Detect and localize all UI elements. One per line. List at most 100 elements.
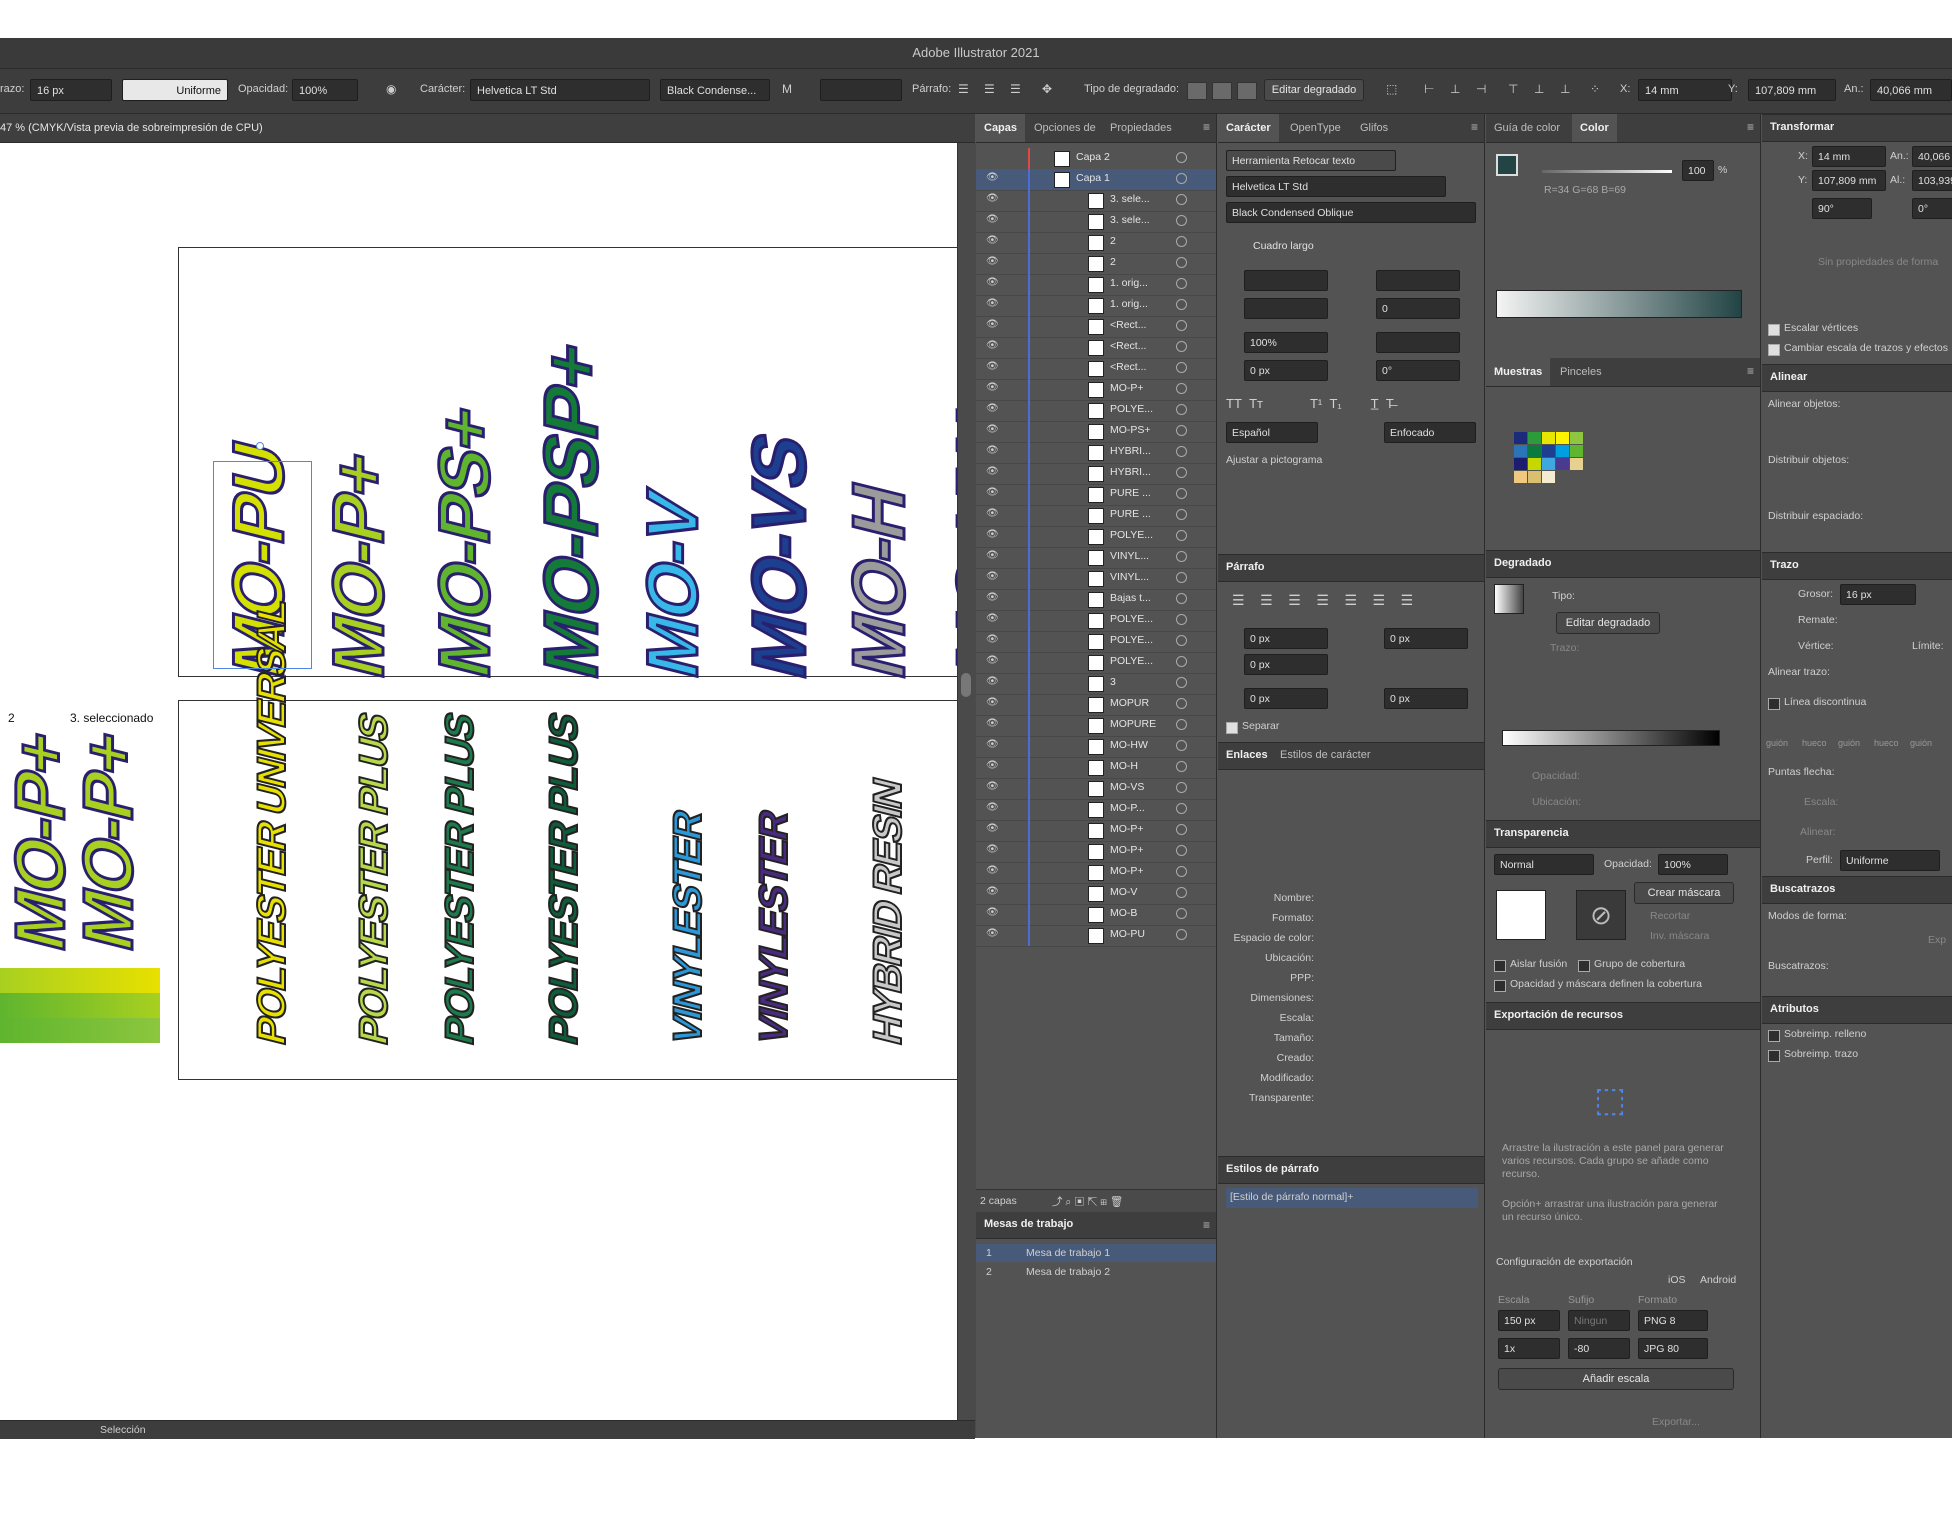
rotate-handle[interactable] xyxy=(256,442,264,450)
artboard-2-label-5[interactable]: VINYLESTER xyxy=(751,806,797,1050)
target-circle-icon[interactable] xyxy=(1176,257,1187,268)
char-size-mode[interactable]: Cuadro largo xyxy=(1248,236,1448,257)
target-circle-icon[interactable] xyxy=(1176,908,1187,919)
transform-y-field[interactable]: 107,809 mm xyxy=(1812,170,1886,191)
panel-menu-icon[interactable]: ≡ xyxy=(1203,120,1210,134)
tab-opentype[interactable]: OpenType xyxy=(1282,114,1349,142)
target-circle-icon[interactable] xyxy=(1176,467,1187,478)
visibility-eye-icon[interactable]: 👁 xyxy=(986,319,999,330)
target-circle-icon[interactable] xyxy=(1176,152,1187,163)
layer-row[interactable]: 👁 MO-H xyxy=(976,757,1216,779)
color-swatch[interactable] xyxy=(1556,432,1569,444)
target-circle-icon[interactable] xyxy=(1176,194,1187,205)
layer-name[interactable]: MO-P+ xyxy=(1110,865,1144,877)
visibility-eye-icon[interactable]: 👁 xyxy=(986,508,999,519)
layer-name[interactable]: POLYE... xyxy=(1110,634,1153,646)
font-size-field[interactable] xyxy=(1244,270,1328,291)
visibility-eye-icon[interactable]: 👁 xyxy=(986,277,999,288)
tab-properties[interactable]: Propiedades xyxy=(1102,114,1180,142)
layer-name[interactable]: MOPURE xyxy=(1110,718,1156,730)
layer-row[interactable]: 👁 1. orig... xyxy=(976,274,1216,296)
scale-corners-checkbox[interactable] xyxy=(1768,324,1780,336)
overprint-stroke-checkbox[interactable] xyxy=(1768,1050,1780,1062)
visibility-eye-icon[interactable]: 👁 xyxy=(986,844,999,855)
visibility-eye-icon[interactable]: 👁 xyxy=(986,529,999,540)
tab-links[interactable]: Enlaces xyxy=(1226,749,1268,761)
layer-name[interactable]: MO-H xyxy=(1110,760,1138,772)
scroll-thumb[interactable] xyxy=(961,673,971,697)
object-thumbnail[interactable] xyxy=(1496,890,1546,940)
target-circle-icon[interactable] xyxy=(1176,383,1187,394)
layer-row[interactable]: 👁 3. sele... xyxy=(976,211,1216,233)
color-swatch[interactable] xyxy=(1542,432,1555,444)
layer-row[interactable]: 👁 MOPUR xyxy=(976,694,1216,716)
visibility-eye-icon[interactable]: 👁 xyxy=(986,256,999,267)
target-circle-icon[interactable] xyxy=(1176,614,1187,625)
left-indent-field[interactable]: 0 px xyxy=(1244,628,1328,649)
layer-row[interactable]: 👁 POLYE... xyxy=(976,631,1216,653)
color-swatch[interactable] xyxy=(1528,458,1541,470)
layer-name[interactable]: MO-P+ xyxy=(1110,823,1144,835)
blend-mode-select[interactable]: Normal xyxy=(1494,854,1594,875)
layer-name[interactable]: HYBRI... xyxy=(1110,445,1151,457)
visibility-eye-icon[interactable]: 👁 xyxy=(986,466,999,477)
layer-row[interactable]: 👁 MOPURE xyxy=(976,715,1216,737)
transform-w-field[interactable]: 40,066 m xyxy=(1912,146,1952,167)
layer-name[interactable]: 3. sele... xyxy=(1110,214,1150,226)
target-circle-icon[interactable] xyxy=(1176,845,1187,856)
layer-name[interactable]: MO-P+ xyxy=(1110,382,1144,394)
no-mask-icon[interactable]: ⊘ xyxy=(1576,890,1626,940)
color-swatch[interactable] xyxy=(1542,471,1555,483)
align-v-center-icon[interactable]: ⊥ xyxy=(1534,82,1544,96)
color-swatch[interactable] xyxy=(1556,445,1569,457)
layer-row[interactable]: 👁 PURE ... xyxy=(976,484,1216,506)
transform-h-field[interactable]: 103,939 xyxy=(1912,170,1952,191)
radial-gradient-button[interactable] xyxy=(1212,82,1232,100)
layer-name[interactable]: HYBRI... xyxy=(1110,466,1151,478)
opacity-field[interactable]: 100% xyxy=(292,79,358,101)
layer-row[interactable]: 👁 3. sele... xyxy=(976,190,1216,212)
add-scale-button[interactable]: Añadir escala xyxy=(1498,1368,1734,1390)
target-circle-icon[interactable] xyxy=(1176,593,1187,604)
left-label-1[interactable]: MO-P+ xyxy=(68,723,149,959)
target-circle-icon[interactable] xyxy=(1176,299,1187,310)
baseline-shift-field[interactable]: 0 px xyxy=(1244,360,1328,381)
layer-row[interactable]: 👁 VINYL... xyxy=(976,547,1216,569)
layer-row[interactable]: 👁 POLYE... xyxy=(976,400,1216,422)
target-circle-icon[interactable] xyxy=(1176,446,1187,457)
visibility-eye-icon[interactable]: 👁 xyxy=(986,445,999,456)
target-circle-icon[interactable] xyxy=(1176,803,1187,814)
target-circle-icon[interactable] xyxy=(1176,404,1187,415)
stroke-profile-select[interactable]: Uniforme xyxy=(122,79,228,101)
isolate-blending-checkbox[interactable] xyxy=(1494,960,1506,972)
layer-name[interactable]: 1. orig... xyxy=(1110,277,1148,289)
layer-row[interactable]: 👁 MO-P... xyxy=(976,799,1216,821)
visibility-eye-icon[interactable]: 👁 xyxy=(986,823,999,834)
layer-row[interactable]: 👁 MO-P+ xyxy=(976,379,1216,401)
target-circle-icon[interactable] xyxy=(1176,362,1187,373)
tab-color[interactable]: Color xyxy=(1572,114,1617,142)
target-circle-icon[interactable] xyxy=(1176,824,1187,835)
char-rotation-field[interactable]: 0° xyxy=(1376,360,1460,381)
canvas[interactable]: MO-PU MO-P+ MO-PS+ MO-PSP+ MO-V MO-VS MO-H MO-H… xyxy=(0,143,957,1438)
visibility-eye-icon[interactable]: 👁 xyxy=(986,214,999,225)
artboard-1-label-4[interactable]: MO-V xyxy=(632,484,715,687)
antialias-select[interactable]: Enfocado xyxy=(1384,422,1476,443)
visibility-eye-icon[interactable]: 👁 xyxy=(986,613,999,624)
artboard-1-label-1[interactable]: MO-P+ xyxy=(318,444,401,687)
layer-name[interactable]: 2 xyxy=(1110,256,1116,268)
align-right-icon[interactable]: ☰ xyxy=(1010,82,1021,96)
layer-name[interactable]: MO-V xyxy=(1110,886,1137,898)
layer-row[interactable]: 👁 MO-P+ xyxy=(976,841,1216,863)
transparency-opacity-field[interactable]: 100% xyxy=(1658,854,1728,875)
layer-name[interactable]: MO-PS+ xyxy=(1110,424,1151,436)
tab-character[interactable]: Carácter xyxy=(1218,114,1279,142)
canvas-vertical-scrollbar[interactable] xyxy=(957,143,976,1438)
artboard-2-label-4[interactable]: VINYLESTER xyxy=(665,806,711,1050)
document-tab[interactable]: 47 % (CMYK/Vista previa de sobreimpresió… xyxy=(0,114,975,143)
tab-glyphs[interactable]: Glifos xyxy=(1352,114,1396,142)
language-select[interactable]: Español xyxy=(1226,422,1318,443)
layer-name[interactable]: MO-P+ xyxy=(1110,844,1144,856)
visibility-eye-icon[interactable]: 👁 xyxy=(986,697,999,708)
touch-type-tool-button[interactable]: Herramienta Retocar texto xyxy=(1226,150,1396,171)
